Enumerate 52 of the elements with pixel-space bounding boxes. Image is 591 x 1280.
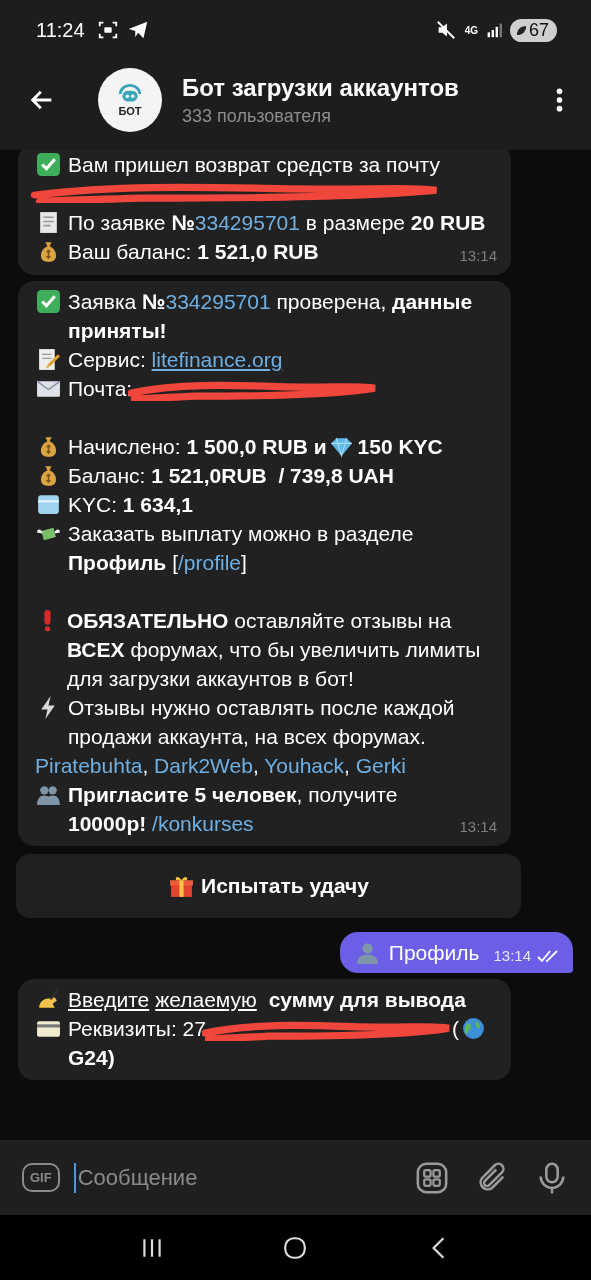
- message-text: Сервис: litefinance.org: [68, 347, 284, 373]
- exclamation-icon: [43, 608, 52, 633]
- message-text: Баланс: 1 521,0RUB / 739,8 UAH: [68, 463, 395, 489]
- message-text: Заявка №334295701 проверена, данные приняты!: [68, 289, 474, 344]
- message-link[interactable]: 334295701: [165, 290, 271, 313]
- screenshot-icon: [96, 19, 119, 41]
- message-text: KYC: 1 634,1: [68, 492, 194, 518]
- globe-icon: [460, 1016, 486, 1041]
- message-text: Ваш баланс: 1 521,0 RUB: [68, 239, 320, 265]
- message-text: Piratebuhta, Dark2Web, Youhack, Gerki: [35, 753, 407, 779]
- message-input[interactable]: Сообщение: [73, 1162, 389, 1193]
- message-text: Заказать выплату можно в разделе Профиль [/profile]: [68, 521, 415, 576]
- message-time: 13:14: [459, 817, 497, 837]
- clock: 11:24: [36, 18, 85, 42]
- message-text: Пригласите 5 человек, получите 10000р! /konkurses: [68, 782, 399, 837]
- message-text: ОБЯЗАТЕЛЬНО оставляйте отзывы на ВСЕХ форумах, что бы увеличить лимиты для загрузки аккаунтов в бот!: [67, 608, 482, 692]
- check-icon: [36, 152, 61, 177]
- message-text: Профиль: [388, 940, 480, 965]
- message-link[interactable]: Dark2Web: [154, 754, 253, 777]
- person-icon: [354, 940, 380, 965]
- mute-icon: [434, 19, 457, 41]
- signal-icon: [485, 22, 502, 38]
- chat-title: Бот загрузки аккаунтов: [182, 73, 460, 102]
- sticker-grid-icon[interactable]: [415, 1160, 449, 1195]
- memo-icon: [36, 347, 61, 372]
- message-link[interactable]: litefinance.org: [151, 348, 283, 371]
- message-link[interactable]: /profile: [177, 551, 241, 574]
- message-text: Реквизиты: 27 ( G24): [68, 1014, 497, 1072]
- ice-icon: [36, 492, 61, 517]
- check-icon: [36, 289, 61, 314]
- robot-icon: [117, 83, 143, 105]
- network-type: 4G: [464, 24, 478, 36]
- message-time: 13:14: [493, 947, 531, 964]
- message-link[interactable]: Piratebuhta: [35, 754, 143, 777]
- message-link[interactable]: 334295701: [194, 211, 300, 234]
- battery-indicator: 67: [509, 18, 557, 42]
- message-text: Вам пришел возврат средств за почту: [68, 152, 441, 178]
- message-link[interactable]: Youhack: [264, 754, 344, 777]
- message-text: Введите желаемую сумму для вывода: [68, 987, 467, 1013]
- member-count: 333 пользователя: [182, 105, 333, 127]
- message-text: Начислено: 1 500,0 RUB и 150 KYC: [68, 433, 444, 461]
- more-options-icon[interactable]: [556, 87, 563, 113]
- home-icon[interactable]: [282, 1234, 309, 1261]
- gif-button[interactable]: GIF: [22, 1163, 60, 1192]
- message-text: По заявке №334295701 в размере 20 RUB: [68, 210, 487, 236]
- message-link[interactable]: /konkurses: [152, 812, 254, 835]
- avatar-label: БОТ: [118, 105, 142, 117]
- message-link[interactable]: Gerki: [355, 754, 406, 777]
- keyboard-button[interactable]: Испытать удачу: [16, 854, 521, 918]
- message-text: Почта:: [68, 374, 497, 403]
- message-time: 13:14: [459, 246, 497, 266]
- message-text: Отзывы нужно оставлять после каждой продажи аккаунта, на всех форумах.: [68, 695, 456, 750]
